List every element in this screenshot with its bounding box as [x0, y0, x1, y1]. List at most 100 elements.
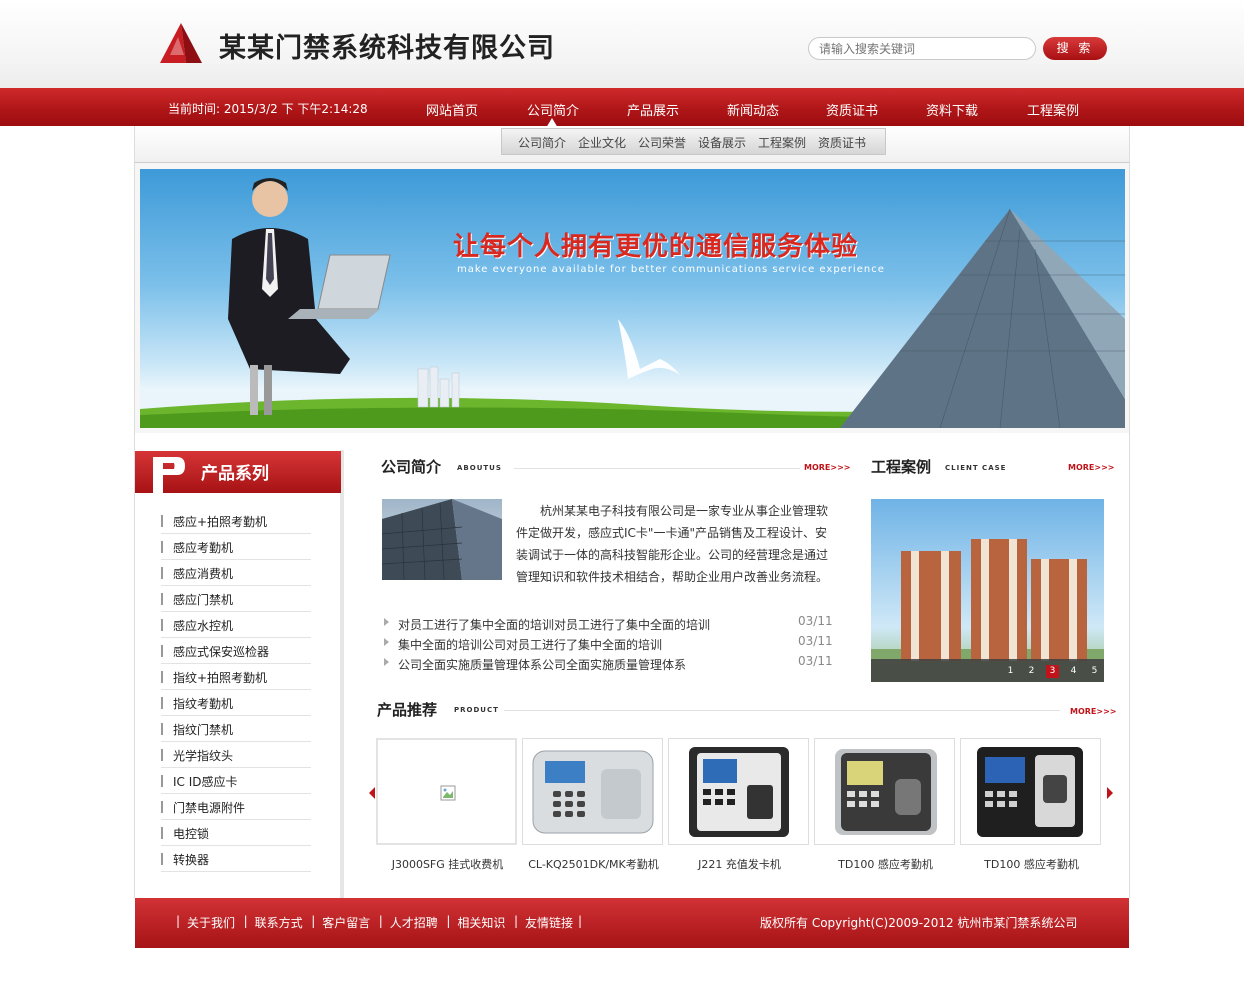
footer-separator: | — [578, 914, 583, 928]
nav-item-news[interactable]: 新闻动态 — [727, 100, 779, 119]
about-text: 杭州某某电子科技有限公司是一家专业从事企业管理软件定做开发，感应式IC卡"一卡通… — [516, 504, 829, 584]
case-page-button[interactable]: 1 — [1004, 665, 1017, 678]
active-nav-indicator — [546, 118, 558, 128]
about-title: 公司简介 — [381, 458, 442, 476]
subnav-item-culture[interactable]: 企业文化 — [578, 134, 626, 151]
sidebar-item[interactable]: IC ID感应卡 — [161, 768, 311, 794]
nav-item-cases[interactable]: 工程案例 — [1027, 100, 1079, 119]
nav-item-certificates[interactable]: 资质证书 — [826, 100, 878, 119]
subnav-item-about[interactable]: 公司简介 — [518, 134, 566, 151]
sidebar-item[interactable]: 门禁电源附件 — [161, 794, 311, 820]
sidebar-item-bullet — [161, 801, 163, 813]
sidebar-item-label: IC ID感应卡 — [173, 775, 238, 789]
nav-item-about[interactable]: 公司简介 — [527, 100, 579, 119]
product-card-image[interactable] — [960, 738, 1101, 845]
news-item[interactable]: 对员工进行了集中全面的培训对员工进行了集中全面的培训 03/11 — [384, 614, 834, 634]
product-card-image[interactable] — [522, 738, 663, 845]
product-name[interactable]: J221 充值发卡机 — [669, 856, 810, 872]
footer-link[interactable]: 客户留言 — [322, 914, 370, 931]
footer-link[interactable]: 关于我们 — [187, 914, 235, 931]
product-card-image[interactable] — [668, 738, 809, 845]
sidebar-item-label: 感应水控机 — [173, 619, 234, 633]
footer-separator: | — [378, 914, 383, 928]
sidebar-item[interactable]: 指纹+拍照考勤机 — [161, 664, 311, 690]
sidebar-title: 产品系列 — [201, 464, 269, 484]
sidebar-item-bullet — [161, 515, 163, 527]
news-date: 03/11 — [798, 654, 833, 668]
subnav-item-honors[interactable]: 公司荣誉 — [638, 134, 686, 151]
current-time: 当前时间: 2015/3/2 下 下午2:14:28 — [168, 102, 368, 116]
news-arrow-icon — [384, 638, 389, 646]
products-next-arrow[interactable] — [1107, 787, 1113, 799]
news-item[interactable]: 集中全面的培训公司对员工进行了集中全面的培训 03/11 — [384, 634, 834, 654]
search-input[interactable] — [808, 37, 1036, 60]
subnav-item-equipment[interactable]: 设备展示 — [698, 134, 746, 151]
sidebar-item-bullet — [161, 593, 163, 605]
sidebar-item-bullet — [161, 749, 163, 761]
about-more-link[interactable]: MORE>>> — [804, 463, 851, 472]
product-name[interactable]: TD100 感应考勤机 — [815, 856, 956, 872]
footer-link[interactable]: 相关知识 — [457, 914, 505, 931]
cases-more-link[interactable]: MORE>>> — [1068, 463, 1115, 472]
footer-link[interactable]: 人才招聘 — [390, 914, 438, 931]
product-card-image[interactable] — [814, 738, 955, 845]
banner-illustration — [140, 178, 1125, 428]
sidebar-item[interactable]: 感应门禁机 — [161, 586, 311, 612]
nav-item-downloads[interactable]: 资料下载 — [926, 100, 978, 119]
sidebar-item[interactable]: 指纹门禁机 — [161, 716, 311, 742]
sidebar-item[interactable]: 感应式保安巡检器 — [161, 638, 311, 664]
products-title: 产品推荐 — [377, 701, 438, 719]
footer-separator: | — [243, 914, 248, 928]
company-name: 某某门禁系统科技有限公司 — [219, 33, 555, 64]
sidebar-item-bullet — [161, 541, 163, 553]
sidebar-item-label: 感应+拍照考勤机 — [173, 515, 268, 529]
news-arrow-icon — [384, 618, 389, 626]
product-name[interactable]: J3000SFG 挂式收费机 — [377, 856, 518, 872]
subnav-item-cases[interactable]: 工程案例 — [758, 134, 806, 151]
product-name[interactable]: TD100 感应考勤机 — [961, 856, 1102, 872]
sidebar-item-label: 指纹+拍照考勤机 — [173, 671, 268, 685]
products-prev-arrow[interactable] — [369, 787, 375, 799]
news-item[interactable]: 公司全面实施质量管理体系公司全面实施质量管理体系 03/11 — [384, 654, 834, 674]
case-image[interactable] — [871, 499, 1104, 682]
sidebar-item[interactable]: 转换器 — [161, 846, 311, 872]
about-title-line — [514, 468, 800, 469]
footer-separator: | — [514, 914, 519, 928]
nav-item-products[interactable]: 产品展示 — [627, 100, 679, 119]
products-more-link[interactable]: MORE>>> — [1070, 707, 1117, 716]
banner-subslogan: make everyone available for better commu… — [457, 264, 885, 275]
product-card-image[interactable] — [376, 738, 517, 845]
case-page-button[interactable]: 2 — [1025, 665, 1038, 678]
nav-item-home[interactable]: 网站首页 — [426, 100, 478, 119]
footer-separator: | — [176, 914, 181, 928]
case-page-button[interactable]: 5 — [1088, 665, 1101, 678]
sidebar-item-label: 转换器 — [173, 853, 210, 867]
sidebar-item-bullet — [161, 723, 163, 735]
search-button[interactable]: 搜 索 — [1043, 37, 1107, 60]
sidebar-item-bullet — [161, 853, 163, 865]
sidebar-item-label: 指纹考勤机 — [173, 697, 234, 711]
products-title-en: PRODUCT — [454, 706, 499, 714]
case-page-button[interactable]: 4 — [1067, 665, 1080, 678]
product-name[interactable]: CL-KQ2501DK/MK考勤机 — [523, 856, 664, 872]
sidebar-item[interactable]: 感应+拍照考勤机 — [161, 508, 311, 534]
subnav-item-certificates[interactable]: 资质证书 — [818, 134, 866, 151]
sidebar-item[interactable]: 感应考勤机 — [161, 534, 311, 560]
banner — [140, 169, 1125, 428]
about-image — [382, 499, 502, 580]
sidebar-item[interactable]: 光学指纹头 — [161, 742, 311, 768]
case-page-button[interactable]: 3 — [1046, 665, 1059, 678]
company-logo[interactable] — [160, 23, 202, 63]
footer-separator: | — [446, 914, 451, 928]
sidebar-item-label: 门禁电源附件 — [173, 801, 246, 815]
news-date: 03/11 — [798, 634, 833, 648]
copyright: 版权所有 Copyright(C)2009-2012 杭州市某门禁系统公司 — [760, 916, 1078, 930]
footer-link[interactable]: 友情链接 — [525, 914, 573, 931]
footer-link[interactable]: 联系方式 — [255, 914, 303, 931]
sidebar-item-bullet — [161, 671, 163, 683]
sidebar-item-label: 电控锁 — [173, 827, 210, 841]
sidebar-item[interactable]: 指纹考勤机 — [161, 690, 311, 716]
sidebar-item[interactable]: 感应水控机 — [161, 612, 311, 638]
sidebar-item[interactable]: 电控锁 — [161, 820, 311, 846]
sidebar-item[interactable]: 感应消费机 — [161, 560, 311, 586]
